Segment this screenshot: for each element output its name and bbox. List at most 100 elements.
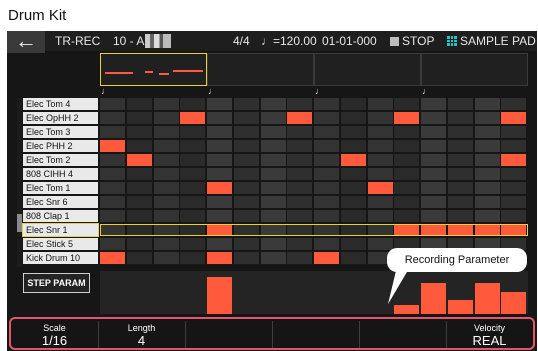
parameter-slot[interactable] bbox=[272, 321, 360, 348]
step-cell[interactable] bbox=[260, 154, 286, 166]
step-cell[interactable] bbox=[207, 168, 232, 180]
step-cell[interactable] bbox=[153, 126, 179, 138]
step-cell[interactable] bbox=[340, 238, 366, 250]
step-cell[interactable] bbox=[340, 182, 366, 194]
step-cell[interactable] bbox=[474, 168, 500, 180]
step-cell[interactable] bbox=[447, 196, 473, 208]
instrument-label[interactable]: Elec PHH 2 bbox=[23, 140, 98, 152]
step-cell[interactable] bbox=[207, 126, 232, 138]
overview-bar-4[interactable] bbox=[421, 53, 528, 86]
step-cell-active[interactable] bbox=[314, 252, 339, 264]
step-cell[interactable] bbox=[180, 224, 206, 236]
step-cell[interactable] bbox=[180, 98, 206, 110]
instrument-label[interactable]: Elec Snr 6 bbox=[23, 196, 98, 208]
step-cell-active[interactable] bbox=[501, 154, 527, 166]
step-cell[interactable] bbox=[180, 154, 206, 166]
velocity-bar[interactable] bbox=[207, 277, 232, 314]
step-cell[interactable] bbox=[126, 126, 152, 138]
step-cell[interactable] bbox=[287, 98, 313, 110]
step-cell[interactable] bbox=[260, 168, 286, 180]
step-cell[interactable] bbox=[100, 196, 125, 208]
step-cell[interactable] bbox=[394, 126, 420, 138]
instrument-label[interactable]: Elec Snr 1 bbox=[22, 223, 99, 237]
step-cell[interactable] bbox=[126, 112, 152, 124]
lane-scroll-thumb[interactable] bbox=[17, 214, 22, 232]
step-cell[interactable] bbox=[207, 112, 232, 124]
step-cell[interactable] bbox=[340, 210, 366, 222]
step-cell[interactable] bbox=[287, 168, 313, 180]
pattern-overview[interactable] bbox=[100, 53, 528, 86]
instrument-label[interactable]: Elec Tom 1 bbox=[23, 182, 98, 194]
step-cell[interactable] bbox=[287, 154, 313, 166]
overview-bar-1[interactable] bbox=[100, 53, 207, 86]
step-cell[interactable] bbox=[340, 112, 366, 124]
instrument-label[interactable]: 808 CIHH 4 bbox=[23, 168, 98, 180]
step-cell[interactable] bbox=[233, 98, 259, 110]
velocity-bar[interactable] bbox=[447, 300, 473, 314]
step-cell[interactable] bbox=[314, 126, 339, 138]
step-cell-active[interactable] bbox=[126, 154, 152, 166]
step-cell[interactable] bbox=[287, 140, 313, 152]
step-cell[interactable] bbox=[180, 140, 206, 152]
step-cell[interactable] bbox=[447, 126, 473, 138]
step-cell[interactable] bbox=[287, 238, 313, 250]
step-cell[interactable] bbox=[447, 210, 473, 222]
step-cell[interactable] bbox=[501, 98, 527, 110]
step-cell[interactable] bbox=[153, 140, 179, 152]
velocity-bar[interactable] bbox=[394, 305, 420, 314]
overview-bar-3[interactable] bbox=[314, 53, 421, 86]
step-cell[interactable] bbox=[474, 98, 500, 110]
step-cell-active[interactable] bbox=[207, 252, 232, 264]
step-cell[interactable] bbox=[340, 252, 366, 264]
step-cell[interactable] bbox=[394, 140, 420, 152]
step-cell[interactable] bbox=[153, 182, 179, 194]
step-cell[interactable] bbox=[126, 196, 152, 208]
step-cell[interactable] bbox=[287, 210, 313, 222]
step-cell[interactable] bbox=[367, 140, 393, 152]
step-cell[interactable] bbox=[340, 224, 366, 236]
step-cell[interactable] bbox=[233, 238, 259, 250]
step-cell[interactable] bbox=[501, 168, 527, 180]
step-cell[interactable] bbox=[100, 154, 125, 166]
step-cell[interactable] bbox=[126, 98, 152, 110]
step-cell[interactable] bbox=[260, 112, 286, 124]
instrument-label[interactable]: Kick Drum 10 bbox=[23, 252, 98, 264]
step-cell[interactable] bbox=[394, 210, 420, 222]
step-cell[interactable] bbox=[100, 126, 125, 138]
step-cell[interactable] bbox=[501, 140, 527, 152]
step-cell-active[interactable] bbox=[180, 112, 206, 124]
step-cell-active[interactable] bbox=[340, 154, 366, 166]
step-cell[interactable] bbox=[501, 126, 527, 138]
step-cell[interactable] bbox=[153, 210, 179, 222]
step-cell[interactable] bbox=[474, 154, 500, 166]
step-cell[interactable] bbox=[153, 154, 179, 166]
step-cell-active[interactable] bbox=[100, 140, 125, 152]
step-cell[interactable] bbox=[314, 168, 339, 180]
step-cell[interactable] bbox=[447, 112, 473, 124]
velocity-bar[interactable] bbox=[501, 292, 527, 314]
step-cell-active[interactable] bbox=[501, 112, 527, 124]
step-cell[interactable] bbox=[100, 182, 125, 194]
step-cell[interactable] bbox=[260, 126, 286, 138]
step-cell[interactable] bbox=[314, 224, 339, 236]
step-cell[interactable] bbox=[260, 252, 286, 264]
step-cell[interactable] bbox=[501, 182, 527, 194]
step-cell[interactable] bbox=[233, 196, 259, 208]
velocity-bar[interactable] bbox=[474, 283, 500, 314]
step-cell[interactable] bbox=[233, 224, 259, 236]
step-cell-active[interactable] bbox=[394, 224, 420, 236]
step-cell[interactable] bbox=[474, 210, 500, 222]
step-cell[interactable] bbox=[501, 196, 527, 208]
step-cell[interactable] bbox=[447, 154, 473, 166]
step-cell[interactable] bbox=[314, 196, 339, 208]
step-cell[interactable] bbox=[394, 98, 420, 110]
step-cell[interactable] bbox=[340, 98, 366, 110]
step-cell[interactable] bbox=[153, 168, 179, 180]
step-cell[interactable] bbox=[394, 196, 420, 208]
step-cell[interactable] bbox=[153, 196, 179, 208]
step-cell[interactable] bbox=[447, 168, 473, 180]
step-cell[interactable] bbox=[394, 168, 420, 180]
instrument-label[interactable]: Elec Stick 5 bbox=[23, 238, 98, 250]
step-cell[interactable] bbox=[421, 210, 446, 222]
step-cell[interactable] bbox=[367, 210, 393, 222]
